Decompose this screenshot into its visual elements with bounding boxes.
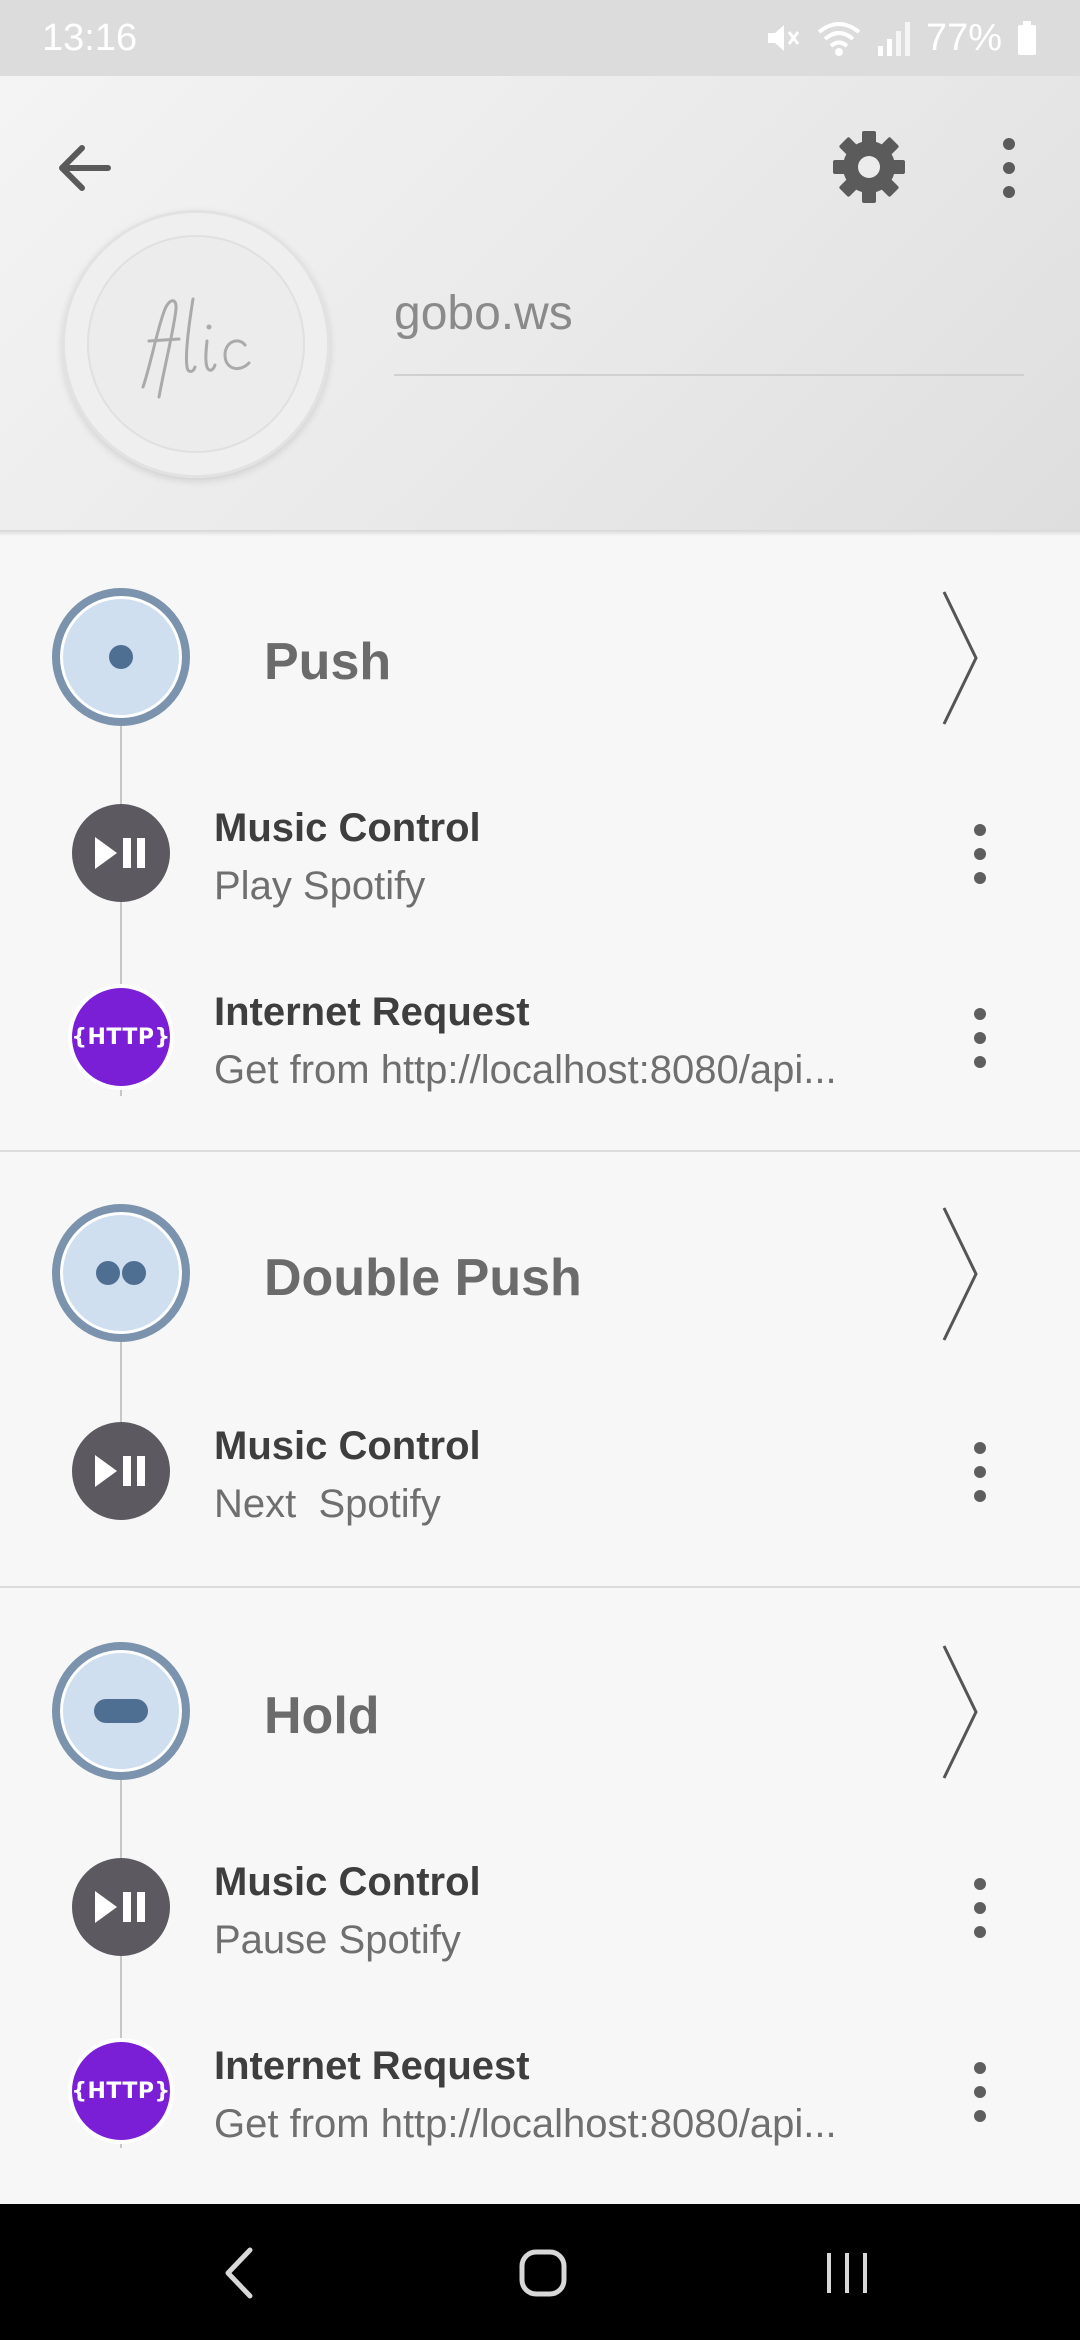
back-nav-icon[interactable] — [196, 2228, 286, 2318]
status-icons: 77% — [762, 17, 1038, 60]
signal-icon — [877, 22, 910, 56]
chevron-right-icon[interactable] — [940, 1642, 980, 1782]
chevron-right-icon[interactable] — [940, 1204, 980, 1344]
play-pause-icon — [72, 1422, 170, 1520]
system-nav-bar — [0, 2204, 1080, 2340]
arrow-back-icon[interactable] — [48, 132, 120, 204]
push-trigger-icon — [52, 588, 190, 726]
trigger-section-double-push: Double Push Music Control Next Spotify — [0, 1152, 1080, 1586]
mute-icon — [767, 25, 800, 51]
action-subtitle: Get from http://localhost:8080/api... — [214, 2102, 837, 2146]
more-vert-icon[interactable] — [986, 132, 1032, 204]
action-title[interactable]: Internet Request — [214, 990, 530, 1035]
play-pause-icon — [72, 804, 170, 902]
action-title[interactable]: Music Control — [214, 1424, 481, 1469]
home-nav-icon[interactable] — [498, 2228, 588, 2318]
device-name-field[interactable]: gobo.ws — [394, 286, 1024, 341]
more-vert-icon[interactable] — [958, 1872, 1002, 1944]
action-subtitle: Pause Spotify — [214, 1918, 461, 1962]
status-time: 13:16 — [42, 16, 138, 59]
double-push-trigger-icon — [52, 1204, 190, 1342]
battery-icon — [1018, 21, 1036, 55]
device-header: flic gobo.ws — [0, 76, 1080, 532]
more-vert-icon[interactable] — [958, 1436, 1002, 1508]
flic-button-screen: 13:16 77% gobo.ws Push Music Control Pla… — [0, 0, 1080, 2340]
battery-percent: 77% — [925, 16, 1002, 59]
action-subtitle: Next Spotify — [214, 1482, 441, 1526]
flic-logo-face: flic — [87, 235, 305, 453]
gear-icon[interactable] — [828, 126, 910, 208]
action-title[interactable]: Internet Request — [214, 2044, 530, 2089]
trigger-label[interactable]: Push — [264, 632, 391, 692]
action-title[interactable]: Music Control — [214, 1860, 481, 1905]
action-subtitle: Get from http://localhost:8080/api... — [214, 1048, 837, 1092]
chevron-right-icon[interactable] — [940, 588, 980, 728]
recents-nav-icon[interactable] — [802, 2228, 892, 2318]
trigger-label[interactable]: Hold — [264, 1686, 380, 1746]
action-title[interactable]: Music Control — [214, 806, 481, 851]
hold-trigger-icon — [52, 1642, 190, 1780]
more-vert-icon[interactable] — [958, 2056, 1002, 2128]
trigger-label[interactable]: Double Push — [264, 1248, 582, 1308]
flic-button-avatar: flic — [62, 210, 330, 478]
device-name-underline — [394, 374, 1024, 376]
status-bar: 13:16 77% — [0, 0, 1080, 76]
http-icon: {HTTP} — [71, 2042, 170, 2140]
trigger-section-hold: Hold Music Control Pause Spotify {HTTP} … — [0, 1588, 1080, 2204]
play-pause-icon — [72, 1858, 170, 1956]
wifi-icon — [817, 22, 861, 56]
flic-logo-icon: flic — [141, 297, 251, 399]
action-subtitle: Play Spotify — [214, 864, 426, 908]
more-vert-icon[interactable] — [958, 818, 1002, 890]
more-vert-icon[interactable] — [958, 1002, 1002, 1074]
trigger-section-push: Push Music Control Play Spotify {HTTP} I… — [0, 536, 1080, 1150]
http-icon: {HTTP} — [71, 988, 170, 1086]
